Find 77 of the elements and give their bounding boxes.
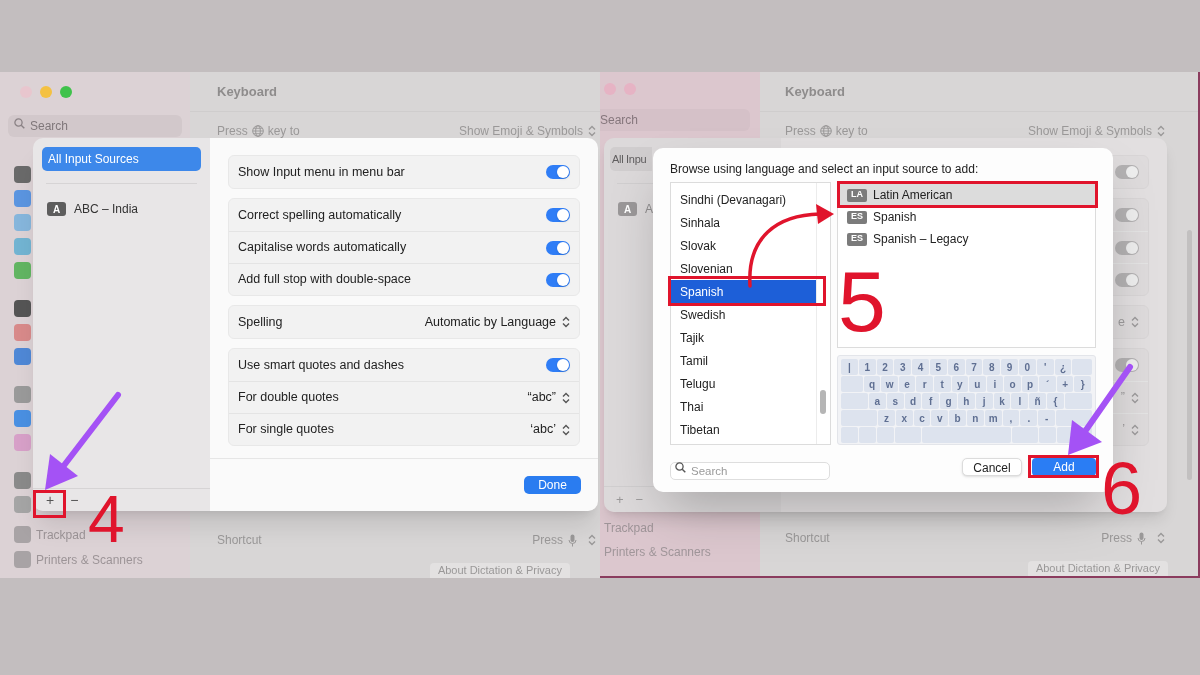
setting-label: For double quotes bbox=[238, 389, 339, 407]
keyboard-key: . bbox=[1020, 410, 1038, 426]
keyboard-key: g bbox=[940, 393, 957, 409]
keyboard-key: l bbox=[1011, 393, 1029, 409]
window-title: Keyboard bbox=[217, 82, 277, 101]
keyboard-key: 6 bbox=[947, 359, 965, 375]
keyboard-key: k bbox=[993, 393, 1011, 409]
source-label: A bbox=[645, 201, 653, 218]
keyboard-key: e bbox=[898, 376, 916, 392]
setting-label: Correct spelling automatically bbox=[238, 206, 402, 224]
keyboard-key: } bbox=[1074, 376, 1091, 392]
keyboard-key: n bbox=[967, 410, 984, 426]
keyboard-key: y bbox=[951, 376, 969, 392]
keyboard-key: c bbox=[913, 410, 931, 426]
source-badge: A bbox=[47, 202, 66, 216]
keyboard-key: 0 bbox=[1018, 359, 1036, 375]
source-label: Spanish bbox=[873, 209, 917, 226]
keyboard-key: p bbox=[1021, 376, 1039, 392]
setting-label: Spelling bbox=[238, 313, 283, 331]
keyboard-key: ¿ bbox=[1054, 359, 1072, 375]
keyboard-key: s bbox=[886, 393, 904, 409]
keyboard-key: { bbox=[1046, 393, 1064, 409]
step-number: 6 bbox=[1101, 452, 1143, 526]
keyboard-key: u bbox=[969, 376, 986, 392]
keyboard-key: b bbox=[949, 410, 966, 426]
keyboard-key: d bbox=[904, 393, 922, 409]
step-number: 4 bbox=[88, 486, 125, 552]
keyboard-key: 8 bbox=[983, 359, 1001, 375]
keyboard-key: + bbox=[1056, 376, 1074, 392]
setting-label: Shortcut bbox=[217, 532, 262, 549]
keyboard-key: h bbox=[958, 393, 975, 409]
setting-label: Add full stop with double-space bbox=[238, 271, 412, 289]
keyboard-key: o bbox=[1004, 376, 1021, 392]
keyboard-key: m bbox=[984, 410, 1002, 426]
keyboard-key: t bbox=[933, 376, 951, 392]
keyboard-key: w bbox=[881, 376, 898, 392]
window-title: Keyboard bbox=[785, 82, 845, 101]
source-label: ABC – India bbox=[74, 201, 139, 218]
keyboard-key: , bbox=[1002, 410, 1020, 426]
source-badge: ES bbox=[847, 232, 867, 246]
keyboard-key: j bbox=[975, 393, 993, 409]
source-badge: LA bbox=[847, 188, 867, 202]
setting-label: For single quotes bbox=[238, 421, 334, 439]
keyboard-key: f bbox=[922, 393, 940, 409]
setting-label: key to bbox=[835, 123, 868, 140]
source-badge: ES bbox=[847, 210, 867, 224]
setting-label: Capitalise words automatically bbox=[238, 239, 407, 257]
setting-label: key to bbox=[267, 123, 300, 140]
step-number: 5 bbox=[838, 258, 886, 344]
setting-label: Shortcut bbox=[785, 530, 830, 547]
setting-label: Use smart quotes and dashes bbox=[238, 356, 405, 374]
keyboard-key: 5 bbox=[930, 359, 947, 375]
keyboard-key: ´ bbox=[1039, 376, 1056, 392]
keyboard-key: 3 bbox=[894, 359, 912, 375]
keyboard-key: v bbox=[931, 410, 949, 426]
keyboard-key: 1 bbox=[858, 359, 876, 375]
keyboard-key: | bbox=[841, 359, 858, 375]
source-label: Spanish – Legacy bbox=[873, 231, 969, 248]
setting-label: Press bbox=[217, 123, 248, 140]
keyboard-key: 4 bbox=[912, 359, 929, 375]
keyboard-key: i bbox=[986, 376, 1004, 392]
keyboard-key: q bbox=[863, 376, 881, 392]
source-badge: A bbox=[618, 202, 637, 216]
keyboard-key: a bbox=[869, 393, 886, 409]
keyboard-key: ñ bbox=[1029, 393, 1046, 409]
keyboard-key: z bbox=[878, 410, 895, 426]
setting-label: Press bbox=[785, 123, 816, 140]
keyboard-key: ' bbox=[1036, 359, 1054, 375]
source-label: Latin American bbox=[873, 187, 953, 204]
keyboard-key: x bbox=[895, 410, 913, 426]
keyboard-key: 2 bbox=[876, 359, 894, 375]
keyboard-key: - bbox=[1038, 410, 1055, 426]
keyboard-key: 9 bbox=[1001, 359, 1018, 375]
setting-label: Show Input menu in menu bar bbox=[238, 163, 405, 181]
dialog-title: Browse using language and select an input source to add: bbox=[670, 161, 980, 177]
keyboard-key: 7 bbox=[965, 359, 983, 375]
keyboard-key: r bbox=[916, 376, 933, 392]
